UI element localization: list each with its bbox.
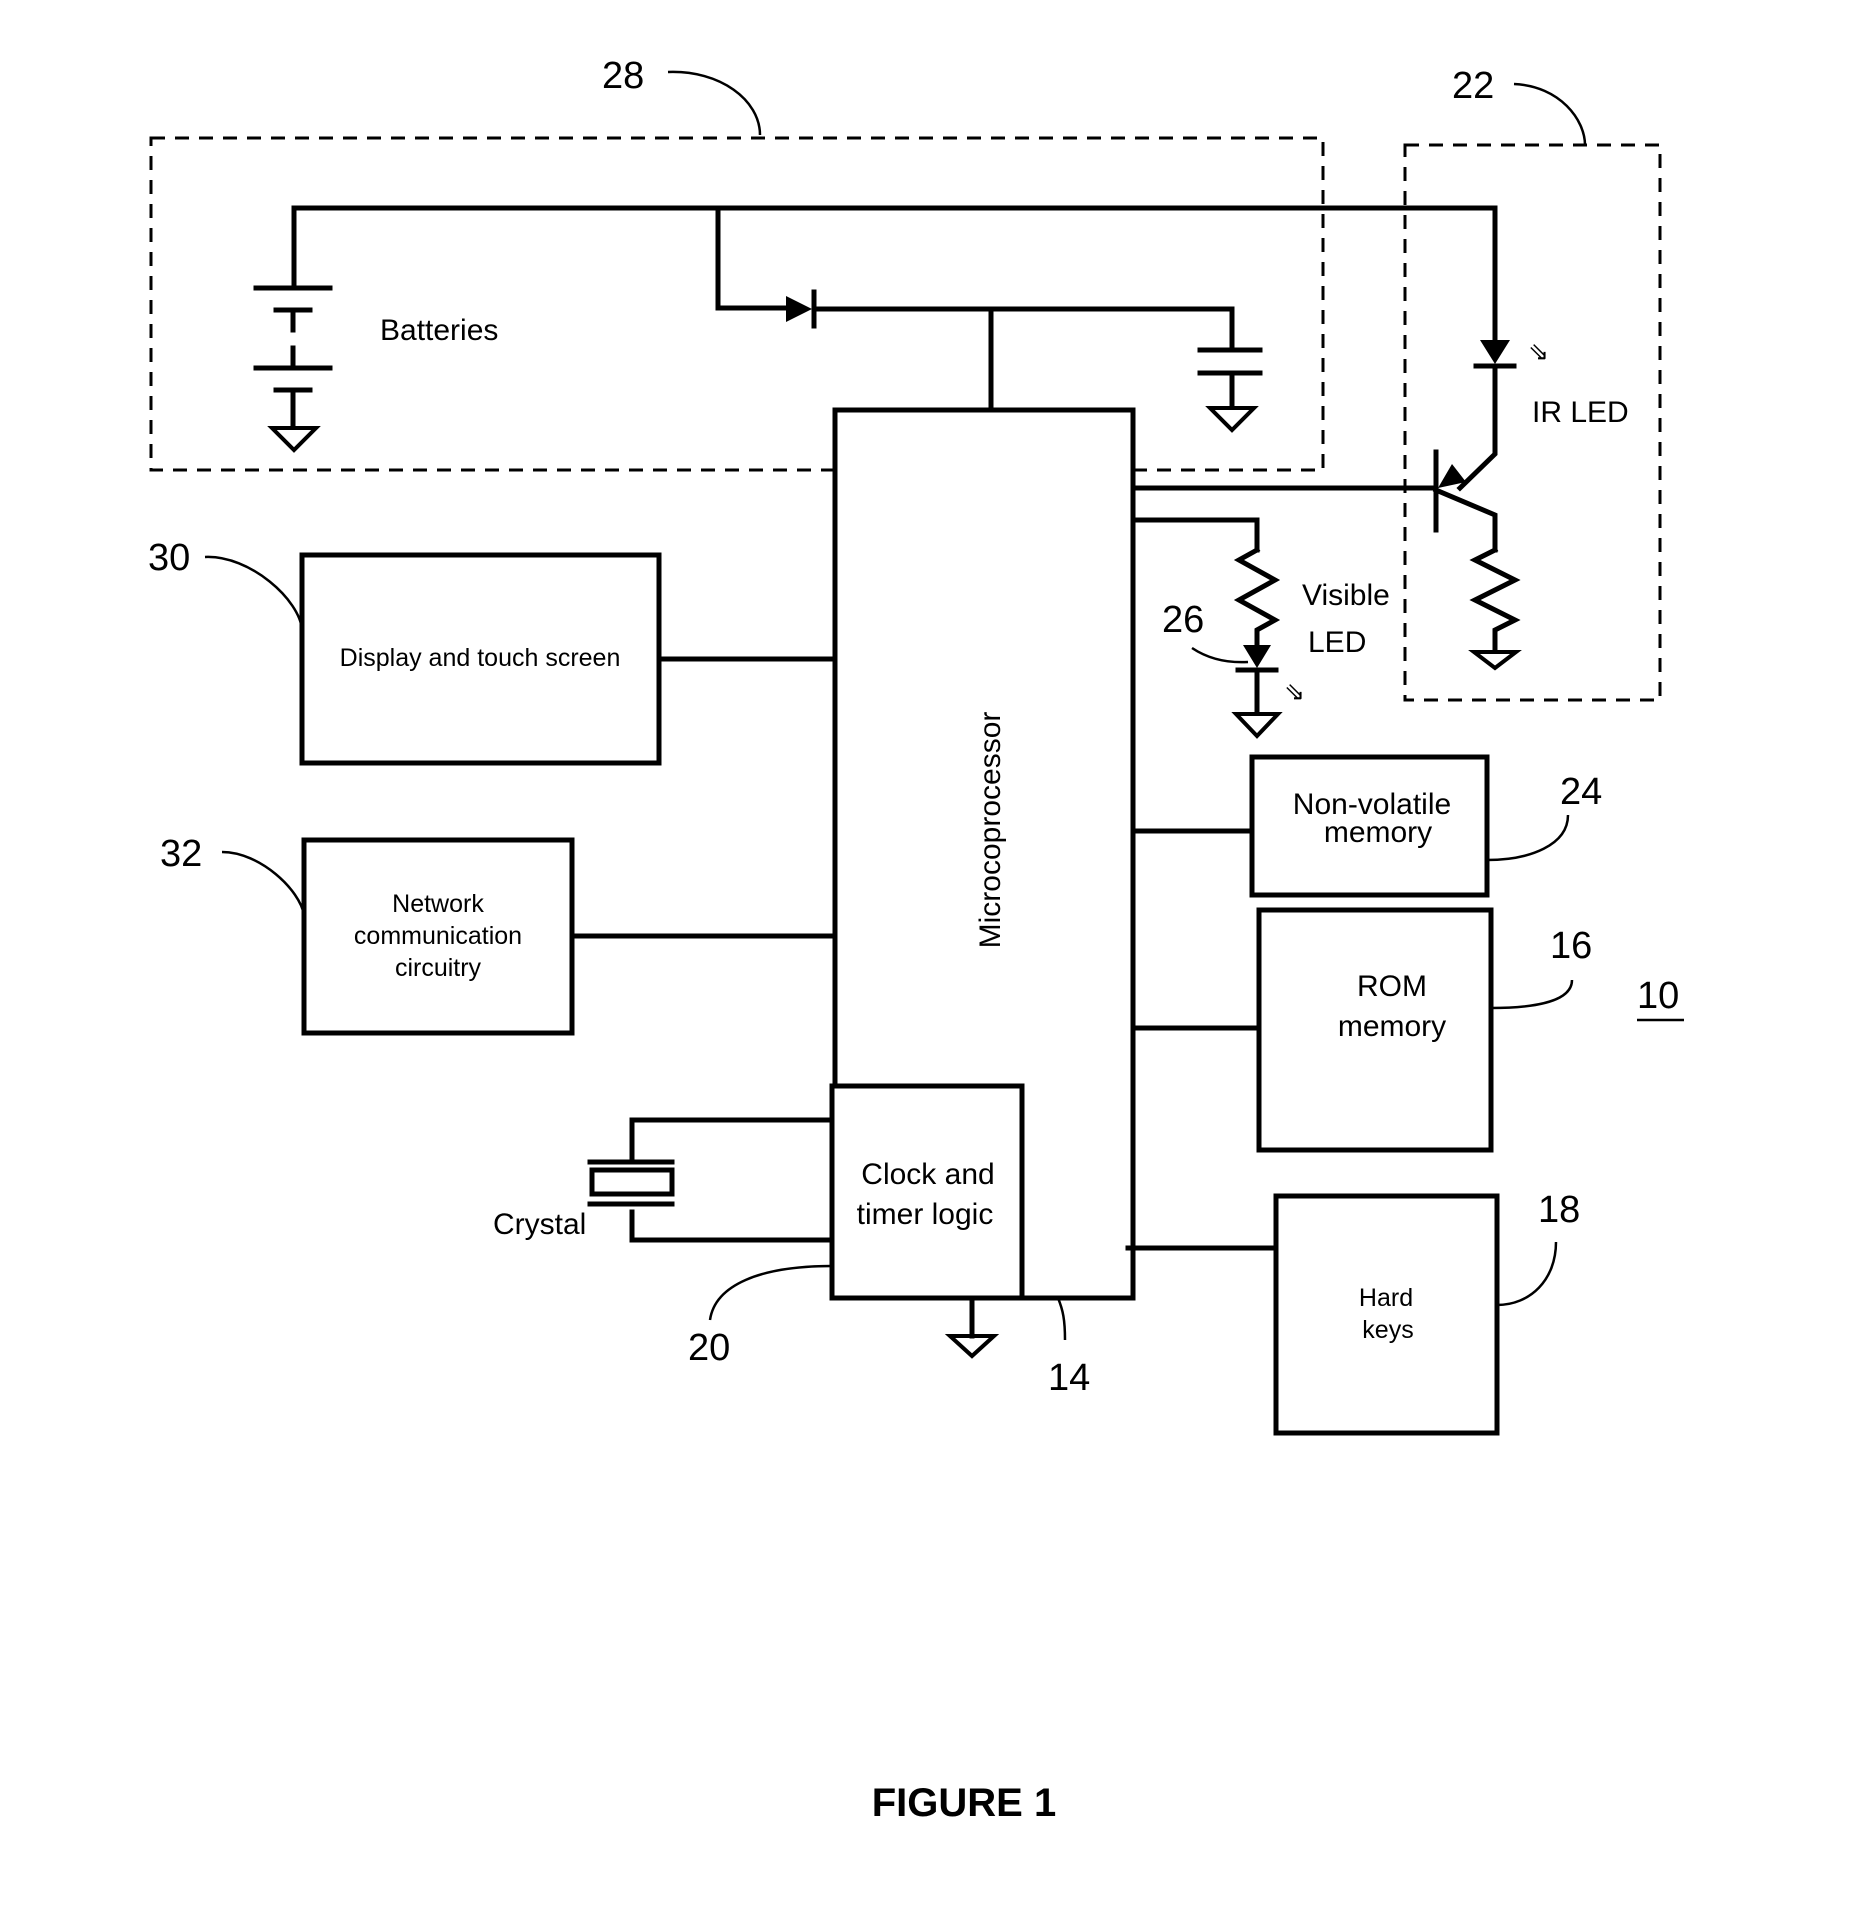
- diode-icon: [786, 296, 812, 322]
- ir-led-icon: [1480, 340, 1510, 364]
- display-label: Display and touch screen: [340, 644, 621, 672]
- capacitor-icon: [1197, 347, 1263, 408]
- ground-icon: [1205, 406, 1259, 433]
- ground-icon: [267, 426, 321, 453]
- ir-led-label: IR LED: [1532, 396, 1629, 429]
- ground-icon: [944, 1334, 1000, 1359]
- hardkeys-label-2: keys: [1362, 1316, 1413, 1344]
- ref-10: 10: [1637, 975, 1679, 1017]
- diode-wire: [715, 205, 789, 311]
- ref-22: 22: [1452, 65, 1494, 107]
- battery-icon: [253, 285, 333, 428]
- circuit-diagram: ⇘ ⇘ 28 22 Batteries IR LED Visible LED 2…: [148, 55, 1684, 1825]
- ref-16: 16: [1550, 925, 1592, 967]
- crystal-icon: [589, 1167, 675, 1197]
- clock-label-1: Clock and: [861, 1158, 994, 1191]
- network-label-2: communication: [354, 922, 522, 950]
- hard-keys-block: [1273, 1193, 1500, 1436]
- clock-timer-block: [829, 1083, 1025, 1301]
- visible-led-icon: [1243, 645, 1271, 668]
- ground-icon: [1231, 712, 1283, 739]
- rom-label-2: memory: [1338, 1010, 1446, 1043]
- batteries-label: Batteries: [380, 314, 498, 347]
- ref-26: 26: [1162, 599, 1204, 641]
- ref-18: 18: [1538, 1189, 1580, 1231]
- rom-label-1: ROM: [1357, 970, 1427, 1003]
- svg-text:⇘: ⇘: [1284, 678, 1305, 706]
- ref-28: 28: [602, 55, 644, 97]
- network-label-3: circuitry: [395, 954, 482, 982]
- resistor-icon: [1469, 546, 1521, 653]
- ref-30: 30: [148, 537, 190, 579]
- nonvolatile-label-2: memory: [1324, 816, 1432, 849]
- ref-20: 20: [688, 1327, 730, 1369]
- ref-32: 32: [160, 833, 202, 875]
- visible-led-label-1: Visible: [1302, 579, 1390, 612]
- hardkeys-label-1: Hard: [1359, 1284, 1413, 1312]
- microprocessor-label: Microcoprocessor: [974, 712, 1007, 949]
- crystal-label: Crystal: [493, 1208, 586, 1241]
- clock-label-2: timer logic: [857, 1198, 994, 1231]
- svg-text:⇘: ⇘: [1528, 338, 1549, 366]
- ref-24: 24: [1560, 771, 1602, 813]
- battery-group-outline: [149, 136, 1325, 472]
- network-label-1: Network: [392, 890, 484, 918]
- figure-caption: FIGURE 1: [872, 1781, 1056, 1825]
- resistor-icon: [1233, 546, 1281, 648]
- visible-led-label-2: LED: [1308, 626, 1366, 659]
- ground-icon: [1468, 650, 1522, 671]
- ref-14: 14: [1048, 1357, 1090, 1399]
